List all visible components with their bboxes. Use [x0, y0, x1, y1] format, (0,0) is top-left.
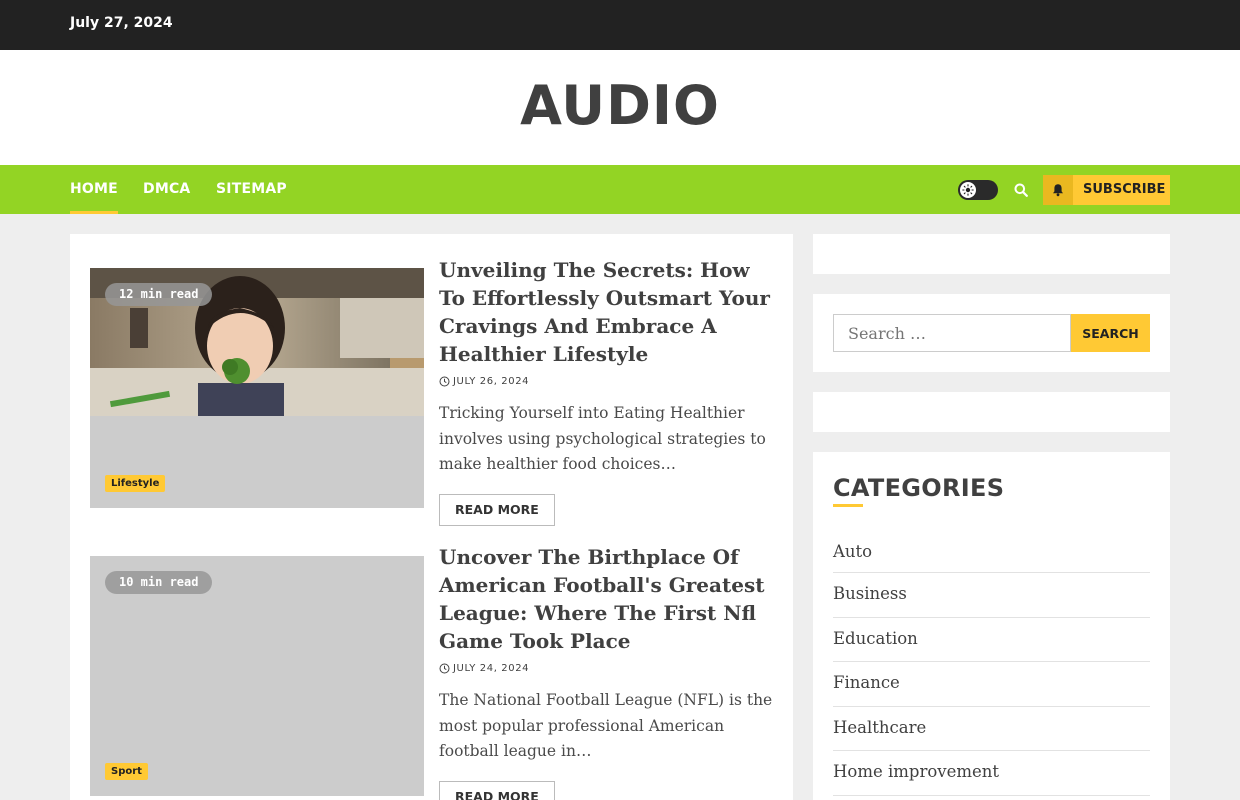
read-time-badge: 12 min read: [105, 283, 213, 306]
search-icon[interactable]: [1010, 179, 1032, 201]
sidebar-widget-empty: [813, 234, 1170, 274]
post-excerpt: Tricking Yourself into Eating Healthier …: [439, 404, 766, 473]
read-more-button[interactable]: READ MORE: [439, 780, 555, 800]
post-date-text: JULY 26, 2024: [453, 376, 530, 387]
sun-icon: [960, 182, 976, 198]
post-title[interactable]: Unveiling The Secrets: How To Effortless…: [439, 256, 774, 368]
search-input[interactable]: [833, 314, 1071, 352]
subscribe-button[interactable]: SUBSCRIBE: [1043, 175, 1170, 205]
post-thumbnail[interactable]: 10 min read Sport: [90, 556, 424, 796]
category-link-finance[interactable]: Finance: [833, 662, 1150, 707]
category-link-auto[interactable]: Auto: [833, 532, 1150, 573]
sidebar-widget-empty: [813, 392, 1170, 432]
category-tag[interactable]: Lifestyle: [105, 475, 166, 492]
nav-item-home[interactable]: HOME: [70, 181, 118, 214]
read-more-button[interactable]: READ MORE: [439, 493, 555, 526]
category-link-business[interactable]: Business: [833, 573, 1150, 618]
nav-item-sitemap[interactable]: SITEMAP: [216, 181, 287, 197]
top-bar: July 27, 2024: [0, 0, 1240, 50]
search-submit-button[interactable]: SEARCH: [1071, 314, 1150, 352]
categories-heading: CATEGORIES: [833, 474, 1005, 502]
current-date: July 27, 2024: [70, 15, 173, 31]
subscribe-label: SUBSCRIBE: [1083, 182, 1166, 197]
clock-icon: [439, 376, 450, 387]
category-link-education[interactable]: Education: [833, 618, 1150, 663]
nav-item-dmca[interactable]: DMCA: [143, 181, 190, 197]
post-thumbnail[interactable]: 12 min read Lifestyle: [90, 268, 424, 508]
post-body: Unveiling The Secrets: How To Effortless…: [439, 258, 774, 526]
category-tag[interactable]: Sport: [105, 763, 148, 780]
category-link-home-improvement[interactable]: Home improvement: [833, 751, 1150, 796]
post-title[interactable]: Uncover The Birthplace Of American Footb…: [439, 543, 774, 655]
read-time-badge: 10 min read: [105, 571, 213, 594]
category-link-healthcare[interactable]: Healthcare: [833, 707, 1150, 752]
site-title[interactable]: AUDIO: [0, 74, 1240, 137]
clock-icon: [439, 663, 450, 674]
heading-underline: [833, 504, 863, 507]
post-date-text: JULY 24, 2024: [453, 663, 530, 674]
post-date: JULY 24, 2024: [439, 663, 774, 674]
categories-widget: CATEGORIES Auto Business Education Finan…: [813, 452, 1170, 800]
search-widget: SEARCH: [813, 294, 1170, 372]
post-excerpt: The National Football League (NFL) is th…: [439, 691, 773, 760]
bell-icon: [1043, 175, 1073, 205]
post-body: Uncover The Birthplace Of American Footb…: [439, 545, 774, 800]
masthead: AUDIO: [0, 50, 1240, 165]
post-date: JULY 26, 2024: [439, 376, 774, 387]
category-list: Auto Business Education Finance Healthca…: [833, 532, 1150, 796]
dark-mode-toggle[interactable]: [958, 180, 998, 200]
